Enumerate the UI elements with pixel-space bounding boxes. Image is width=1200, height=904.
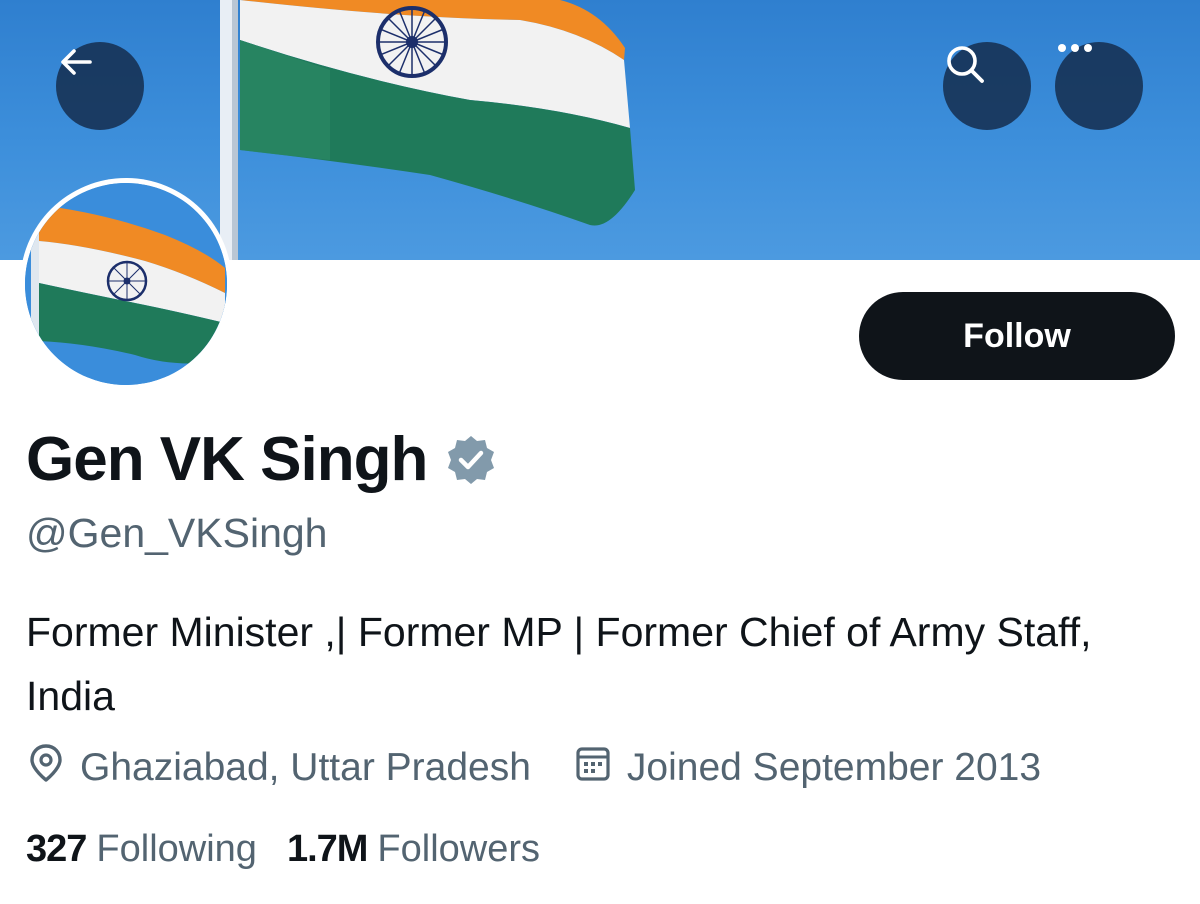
profile-handle: @Gen_VKSingh — [26, 510, 328, 556]
profile-bio: Former Minister ,| Former MP | Former Ch… — [26, 609, 1092, 719]
followers-link[interactable]: 1.7M Followers — [287, 828, 540, 871]
profile-meta: Ghaziabad, Uttar Pradesh Joined Septembe… — [26, 742, 1041, 794]
followers-count: 1.7M — [286, 828, 368, 870]
profile-stats: 327 Following 1.7M Followers — [26, 828, 540, 871]
search-button[interactable] — [943, 42, 1031, 130]
following-label: Following — [96, 828, 257, 870]
avatar-flag-image — [25, 183, 227, 385]
more-options-button[interactable] — [1055, 42, 1143, 130]
joined-item: Joined September 2013 — [573, 742, 1041, 794]
calendar-icon — [573, 742, 627, 794]
profile-name-row: Gen VK Singh — [26, 424, 497, 495]
back-button[interactable] — [56, 42, 144, 130]
followers-label: Followers — [377, 828, 541, 870]
joined-text: Joined September 2013 — [626, 746, 1042, 789]
location-text: Ghaziabad, Uttar Pradesh — [80, 746, 531, 789]
location-item: Ghaziabad, Uttar Pradesh — [26, 742, 531, 794]
display-name: Gen VK Singh — [26, 425, 428, 494]
avatar[interactable] — [20, 178, 232, 390]
following-link[interactable]: 327 Following — [26, 828, 257, 871]
location-pin-icon — [26, 742, 80, 794]
verified-badge-icon[interactable] — [445, 434, 497, 486]
following-count: 327 — [26, 828, 87, 870]
follow-button[interactable]: Follow — [859, 292, 1175, 380]
